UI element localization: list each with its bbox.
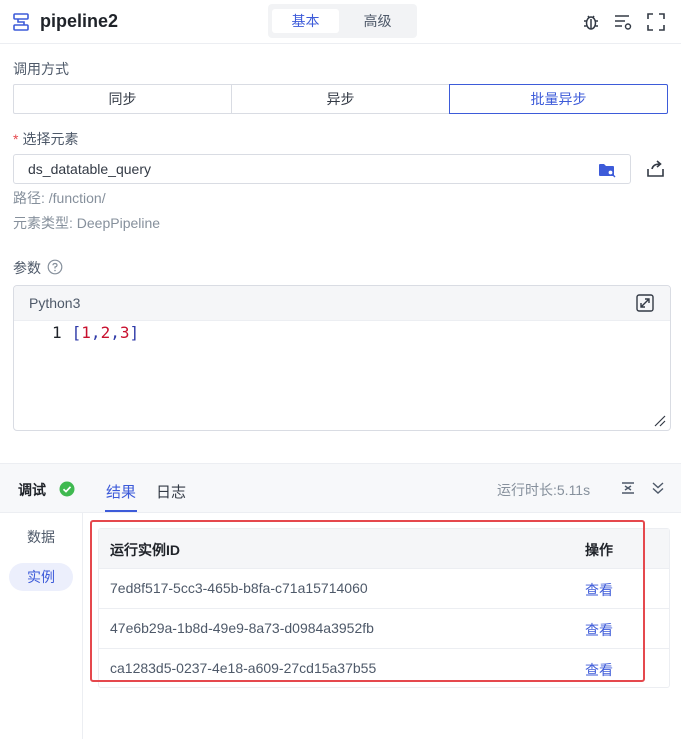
code-language: Python3 [29,295,81,311]
view-link[interactable]: 查看 [585,580,613,600]
debug-sidebar: 数据 实例 [0,513,83,739]
help-icon[interactable] [47,259,63,275]
instance-id-cell: 7ed8f517-5cc3-465b-b8fa-c71a15714060 [110,580,368,596]
invocation-async-button[interactable]: 异步 [231,84,450,114]
active-tab-indicator [105,510,137,512]
invocation-label: 调用方式 [13,61,69,77]
code-bracket-open: [ [71,323,82,342]
chevron-double-down-icon[interactable] [650,480,666,496]
instances-table: 运行实例ID 操作 7ed8f517-5cc3-465b-b8fa-c71a15… [98,528,670,688]
pipeline-logo-icon [13,13,29,31]
select-element-text: 选择元素 [22,131,79,147]
view-link[interactable]: 查看 [585,660,613,680]
open-external-icon[interactable] [646,159,666,179]
sidebar-item-instances[interactable]: 实例 [9,563,73,591]
column-header-actions: 操作 [585,542,613,558]
bug-icon[interactable] [581,12,601,32]
resize-handle-icon[interactable] [654,415,666,427]
debug-toolbar: 调试 结果 日志 运行时长:5.11s [0,464,681,513]
code-comma: , [110,323,120,342]
invocation-segmented-control: 同步 异步 批量异步 [13,84,668,114]
mode-switch: 基本 高级 [268,4,417,38]
collapse-lines-icon[interactable] [620,480,636,496]
tab-results[interactable]: 结果 [106,481,136,502]
runtime-text: 运行时长:5.11s [497,482,591,498]
tab-advanced[interactable]: 高级 [344,9,411,33]
sidebar-item-data[interactable]: 数据 [9,523,73,551]
column-header-instance-id: 运行实例ID [110,542,180,558]
code-line: 1 [1,2,3] [52,323,139,342]
folder-search-icon[interactable] [598,162,616,178]
instance-id-cell: 47e6b29a-1b8d-49e9-8a73-d0984a3952fb [110,620,374,636]
element-type-value: DeepPipeline [76,215,161,231]
invocation-batch-async-button[interactable]: 批量异步 [449,84,668,114]
page-title: pipeline2 [40,11,119,31]
element-path-label: 路径: [13,190,45,206]
expand-editor-icon[interactable] [636,294,654,312]
code-comma: , [90,323,101,342]
line-number: 1 [52,323,62,342]
element-type: 元素类型: DeepPipeline [13,213,160,233]
view-link[interactable]: 查看 [585,620,613,640]
required-mark: * [13,131,19,147]
list-settings-icon[interactable] [613,12,633,32]
tab-logs[interactable]: 日志 [156,481,186,502]
element-path: 路径: /function/ [13,188,106,208]
code-editor-header: Python3 [14,286,670,321]
invocation-sync-button[interactable]: 同步 [13,84,232,114]
fullscreen-icon[interactable] [646,12,666,32]
select-element-label: * 选择元素 [13,129,78,149]
table-row: ca1283d5-0237-4e18-a609-27cd15a37b55 查看 [99,649,669,689]
element-type-label: 元素类型: [13,215,73,231]
table-row: 47e6b29a-1b8d-49e9-8a73-d0984a3952fb 查看 [99,609,669,649]
instance-id-cell: ca1283d5-0237-4e18-a609-27cd15a37b55 [110,660,377,676]
element-value: ds_datatable_query [28,161,151,177]
table-row: 7ed8f517-5cc3-465b-b8fa-c71a15714060 查看 [99,569,669,609]
table-header: 运行实例ID 操作 [99,529,669,569]
code-number: 1 [81,323,91,342]
tab-basic[interactable]: 基本 [272,9,339,33]
element-select-field[interactable]: ds_datatable_query [13,154,631,184]
code-bracket-close: ] [129,323,140,342]
element-path-value: /function/ [48,190,106,206]
debug-title: 调试 [18,482,46,498]
code-number: 2 [100,323,111,342]
code-editor[interactable]: Python3 1 [1,2,3] [13,285,671,431]
top-header: pipeline2 基本 高级 [0,0,681,44]
params-label: 参数 [13,260,41,276]
success-check-icon [59,481,75,497]
